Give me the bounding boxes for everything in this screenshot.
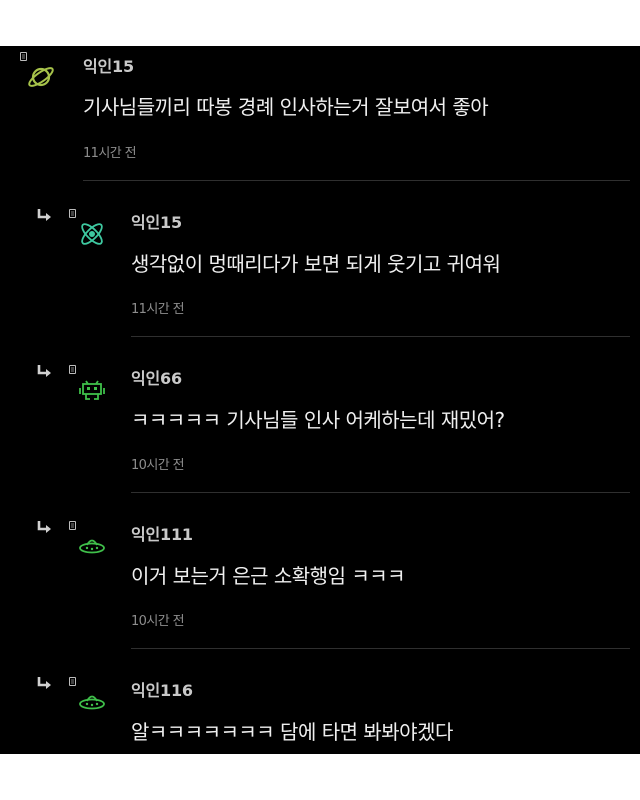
space-invader-icon[interactable] bbox=[77, 375, 107, 405]
reply-arrow-icon bbox=[36, 208, 54, 224]
reply-item[interactable]: 익인111 이거 보는거 은근 소확행임 ㅋㅋㅋ 10시간 전 bbox=[0, 493, 640, 649]
lock-icon bbox=[69, 521, 76, 530]
ufo-icon[interactable] bbox=[77, 687, 107, 717]
comment-author[interactable]: 익인15 bbox=[83, 53, 134, 77]
lock-icon bbox=[69, 365, 76, 374]
lock-icon bbox=[69, 677, 76, 686]
comment-time: 11시간 전 bbox=[131, 302, 185, 317]
comment-text: 이거 보는거 은근 소확행임 ㅋㅋㅋ bbox=[131, 564, 406, 588]
lock-icon bbox=[69, 209, 76, 218]
reply-arrow-icon bbox=[36, 364, 54, 380]
reply-arrow-icon bbox=[36, 520, 54, 536]
comment-item[interactable]: 익인15 기사님들끼리 따봉 경례 인사하는거 잘보여서 좋아 11시간 전 bbox=[0, 46, 640, 181]
comment-time: 10시간 전 bbox=[131, 614, 185, 629]
comment-text: 생각없이 멍때리다가 보면 되게 웃기고 귀여워 bbox=[131, 252, 501, 276]
atom-icon[interactable] bbox=[77, 219, 107, 249]
comment-time: 11시간 전 bbox=[83, 146, 137, 161]
comment-author[interactable]: 익인116 bbox=[131, 677, 193, 701]
comment-time: 10시간 전 bbox=[131, 458, 185, 473]
reply-item[interactable]: 익인66 ㅋㅋㅋㅋㅋ 기사님들 인사 어케하는데 재밌어? 10시간 전 bbox=[0, 337, 640, 493]
comment-author[interactable]: 익인111 bbox=[131, 521, 193, 545]
comment-text: ㅋㅋㅋㅋㅋ 기사님들 인사 어케하는데 재밌어? bbox=[131, 408, 505, 432]
reply-arrow-icon bbox=[36, 676, 54, 692]
comment-author[interactable]: 익인66 bbox=[131, 365, 182, 389]
reply-item[interactable]: 익인15 생각없이 멍때리다가 보면 되게 웃기고 귀여워 11시간 전 bbox=[0, 181, 640, 337]
comment-author[interactable]: 익인15 bbox=[131, 209, 182, 233]
comment-text: 기사님들끼리 따봉 경례 인사하는거 잘보여서 좋아 bbox=[83, 95, 489, 119]
planet-icon[interactable] bbox=[26, 62, 56, 92]
ufo-icon[interactable] bbox=[77, 531, 107, 561]
comment-thread: 익인15 기사님들끼리 따봉 경례 인사하는거 잘보여서 좋아 11시간 전 익… bbox=[0, 46, 640, 754]
lock-icon bbox=[20, 52, 27, 61]
comment-text: 알ㅋㅋㅋㅋㅋㅋㅋ 담에 타면 봐봐야겠다 bbox=[131, 720, 453, 744]
reply-item[interactable]: 익인116 알ㅋㅋㅋㅋㅋㅋㅋ 담에 타면 봐봐야겠다 bbox=[0, 649, 640, 754]
